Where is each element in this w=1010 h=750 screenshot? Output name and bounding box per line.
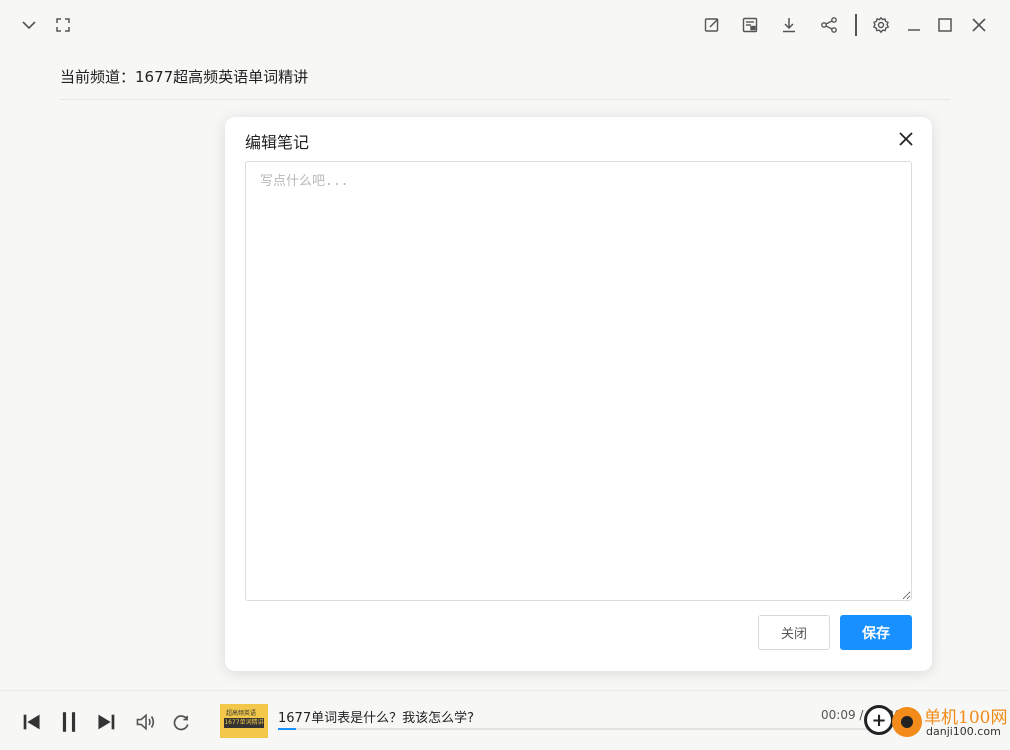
cover-top-text: 超高频英语	[226, 710, 257, 717]
notes-list-icon[interactable]	[739, 14, 761, 36]
plus-icon: +	[864, 705, 894, 735]
save-button[interactable]: 保存	[840, 615, 912, 650]
edit-note-icon[interactable]	[701, 14, 723, 36]
watermark-circle-icon	[892, 707, 922, 737]
fullscreen-icon[interactable]	[52, 14, 74, 36]
repeat-icon[interactable]	[170, 711, 192, 733]
dialog-title: 编辑笔记	[245, 133, 310, 152]
share-icon[interactable]	[818, 14, 840, 36]
minimize-icon[interactable]	[903, 14, 925, 36]
dialog-close-icon[interactable]	[896, 129, 916, 149]
divider	[60, 99, 950, 100]
maximize-icon[interactable]	[934, 14, 956, 36]
track-title: 1677单词表是什么？我该怎么学?	[278, 711, 474, 726]
watermark-logo: + 单机100网 danji100.com	[862, 703, 1010, 743]
pause-icon[interactable]	[58, 711, 80, 733]
previous-track-icon[interactable]	[20, 711, 42, 733]
current-channel-label: 当前频道：1677超高频英语单词精讲	[60, 68, 309, 86]
audio-player-bar: 超高频英语 1677单词精讲 1677单词表是什么？我该怎么学? 00:09 /…	[0, 690, 1010, 750]
watermark-sub: danji100.com	[926, 725, 1001, 738]
progress-bar[interactable]	[278, 728, 890, 730]
close-button[interactable]: 关闭	[758, 615, 830, 650]
download-icon[interactable]	[778, 14, 800, 36]
close-icon[interactable]	[968, 14, 990, 36]
cover-bottom-text: 1677单词精讲	[224, 718, 264, 728]
window-toolbar	[0, 0, 1010, 52]
toolbar-divider	[855, 14, 857, 36]
volume-icon[interactable]	[135, 711, 157, 733]
next-track-icon[interactable]	[96, 711, 118, 733]
track-cover-image: 超高频英语 1677单词精讲	[220, 704, 268, 738]
progress-fill	[278, 728, 297, 730]
note-textarea[interactable]	[245, 161, 912, 601]
chevron-down-icon[interactable]	[18, 14, 40, 36]
edit-note-dialog: 编辑笔记 关闭 保存	[225, 117, 932, 671]
settings-icon[interactable]	[870, 14, 892, 36]
